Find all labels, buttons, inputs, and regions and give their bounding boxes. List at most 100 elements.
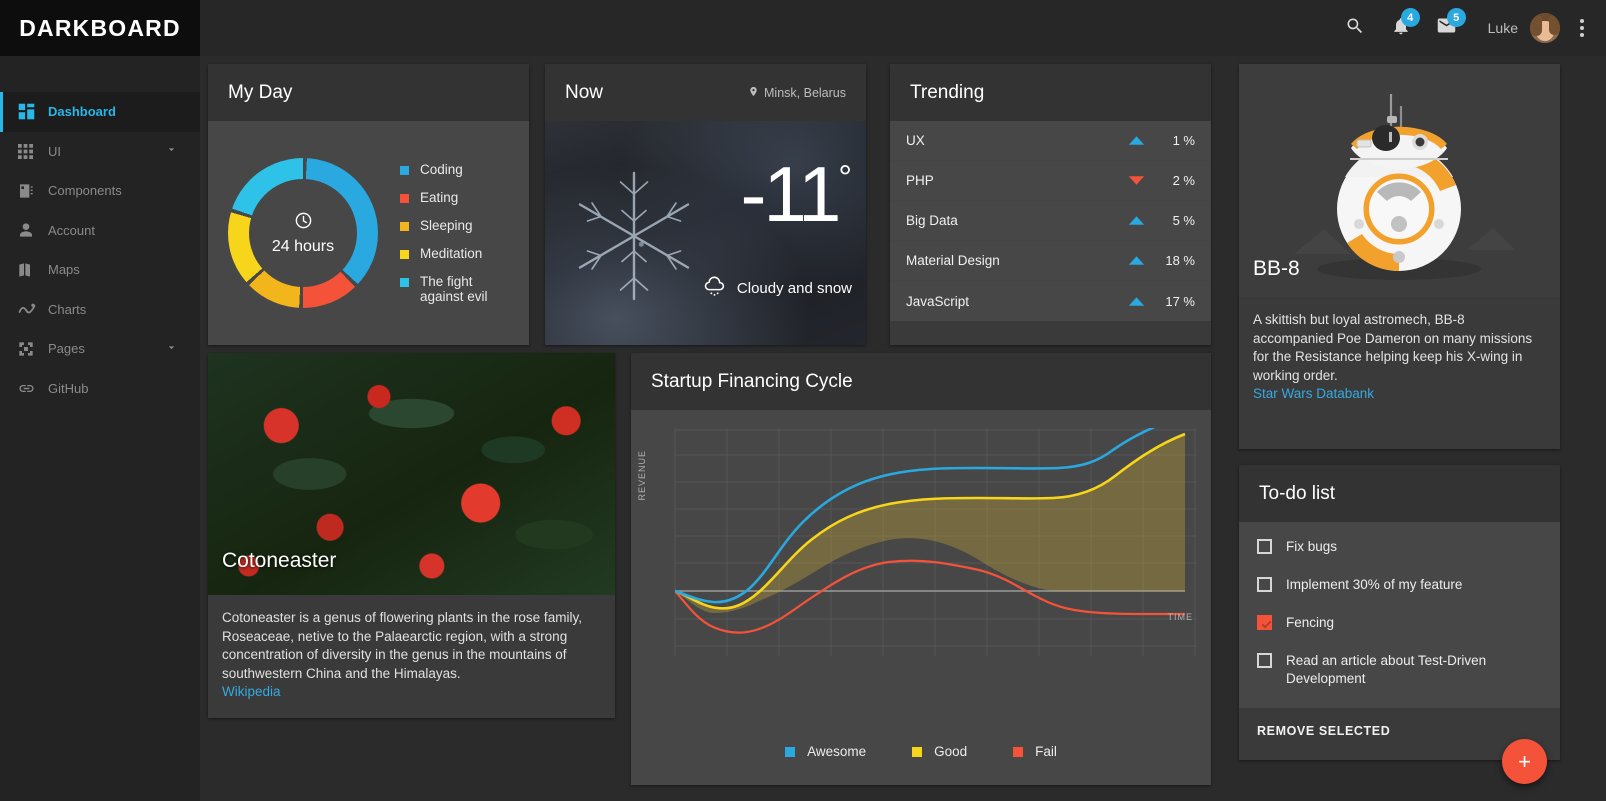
- legend-item: Awesome: [785, 744, 866, 759]
- legend-label: Fail: [1035, 744, 1057, 759]
- table-row[interactable]: Big Data 5 %: [890, 201, 1211, 241]
- sidebar-item-ui[interactable]: UI: [0, 132, 200, 172]
- sidebar-item-pages[interactable]: Pages: [0, 329, 200, 369]
- person-icon: [18, 222, 48, 238]
- sidebar-item-label: UI: [48, 143, 61, 159]
- avatar[interactable]: [1530, 13, 1560, 43]
- todo-checkbox[interactable]: [1257, 539, 1272, 554]
- clock-icon: [294, 211, 313, 235]
- my-day-card: My Day 24 hours Coding Eating Sleeping M…: [208, 64, 529, 345]
- pages-icon: [18, 341, 48, 357]
- legend-swatch: [785, 746, 796, 757]
- plus-icon: +: [1518, 748, 1531, 774]
- sidebar-item-label: Components: [48, 183, 122, 199]
- legend-label: Meditation: [420, 246, 483, 261]
- sidebar-item-charts[interactable]: Charts: [0, 290, 200, 330]
- search-icon: [1345, 16, 1365, 41]
- sidebar-item-github[interactable]: GitHub: [0, 369, 200, 409]
- link-icon: [18, 380, 48, 397]
- chart-line-icon: [18, 300, 48, 318]
- temperature-number: -11: [740, 150, 841, 238]
- legend-item: Fail: [1013, 744, 1057, 759]
- chart-legend: Awesome Good Fail: [631, 744, 1211, 759]
- sidebar-item-label: Maps: [48, 262, 80, 278]
- list-item[interactable]: Fencing: [1239, 604, 1560, 642]
- bb8-description: A skittish but loyal astromech, BB-8 acc…: [1253, 312, 1533, 383]
- trend-up-icon: [1121, 296, 1151, 307]
- components-icon: [18, 183, 48, 199]
- cotoneaster-image: Cotoneaster: [208, 353, 615, 595]
- todo-label: Implement 30% of my feature: [1286, 577, 1463, 592]
- trend-name: Material Design: [906, 253, 1000, 268]
- sidebar-item-components[interactable]: Components: [0, 171, 200, 211]
- todo-checkbox[interactable]: [1257, 577, 1272, 592]
- kebab-dot: [1580, 33, 1584, 37]
- card-title: Now: [565, 81, 604, 103]
- list-item[interactable]: Implement 30% of my feature: [1239, 566, 1560, 604]
- my-day-donut-chart: 24 hours: [228, 158, 378, 308]
- overflow-menu-button[interactable]: [1564, 0, 1600, 56]
- legend-item: Good: [912, 744, 967, 759]
- sidebar-item-account[interactable]: Account: [0, 211, 200, 251]
- table-row[interactable]: PHP 2 %: [890, 161, 1211, 201]
- my-day-body: 24 hours Coding Eating Sleeping Meditati…: [208, 121, 529, 345]
- legend-label: Coding: [420, 162, 463, 177]
- todo-checkbox[interactable]: [1257, 653, 1272, 668]
- wikipedia-link[interactable]: Wikipedia: [222, 684, 281, 699]
- trend-up-icon: [1121, 255, 1151, 266]
- cloud-snow-icon: [702, 274, 727, 303]
- legend-swatch: [400, 194, 409, 203]
- notifications-button[interactable]: 4: [1378, 0, 1424, 56]
- list-item[interactable]: Fix bugs: [1239, 528, 1560, 566]
- kebab-dot: [1580, 19, 1584, 23]
- bb8-card: BB-8 A skittish but loyal astromech, BB-…: [1239, 64, 1560, 449]
- trend-percent: 5 %: [1172, 213, 1195, 228]
- chart-body: REVENUE TIME Awesome Good Fail: [631, 410, 1211, 785]
- trend-up-icon: [1121, 215, 1151, 226]
- list-item[interactable]: Read an article about Test-Driven Develo…: [1239, 642, 1560, 698]
- now-header: Now Minsk, Belarus: [545, 64, 866, 121]
- cotoneaster-card: Cotoneaster Cotoneaster is a genus of fl…: [208, 353, 615, 718]
- todo-card: To-do list Fix bugs Implement 30% of my …: [1239, 465, 1560, 760]
- legend-item: Meditation: [400, 246, 500, 261]
- apps-grid-icon: [18, 143, 48, 159]
- main-content: My Day 24 hours Coding Eating Sleeping M…: [200, 56, 1606, 801]
- map-icon: [18, 262, 48, 278]
- todo-checkbox-checked[interactable]: [1257, 615, 1272, 630]
- trending-card: Trending UX 1 % PHP 2 % Big Data 5 % Mat…: [890, 64, 1211, 345]
- trend-name: PHP: [906, 173, 934, 188]
- kebab-dot: [1580, 26, 1584, 30]
- legend-swatch: [1013, 746, 1024, 757]
- sidebar-item-label: Pages: [48, 341, 85, 357]
- sidebar-item-label: Account: [48, 222, 95, 238]
- cotoneaster-description: Cotoneaster is a genus of flowering plan…: [222, 610, 582, 681]
- trend-percent: 17 %: [1165, 293, 1195, 309]
- sidebar-item-maps[interactable]: Maps: [0, 250, 200, 290]
- app-brand: DARKBOARD: [0, 0, 200, 56]
- card-title: Trending: [910, 81, 985, 103]
- todo-label: Read an article about Test-Driven Develo…: [1286, 653, 1487, 686]
- sidebar-item-dashboard[interactable]: Dashboard: [0, 92, 200, 132]
- add-button-fab[interactable]: +: [1502, 739, 1547, 784]
- card-title: My Day: [228, 81, 293, 103]
- trending-list: UX 1 % PHP 2 % Big Data 5 % Material Des…: [890, 121, 1211, 321]
- trend-percent: 2 %: [1172, 173, 1195, 188]
- chevron-down-icon: [165, 341, 178, 357]
- sidebar: Dashboard UI Components Account Maps Cha…: [0, 56, 200, 801]
- weather-condition: Cloudy and snow: [702, 274, 852, 303]
- avatar-hair-left: [1530, 16, 1542, 36]
- chart-title: Startup Financing Cycle: [651, 370, 853, 392]
- todo-list: Fix bugs Implement 30% of my feature Fen…: [1239, 522, 1560, 708]
- weather-location: Minsk, Belarus: [748, 86, 846, 100]
- search-button[interactable]: [1332, 0, 1378, 56]
- sidebar-item-label: Dashboard: [48, 104, 116, 120]
- top-bar-actions: 4 5 Luke: [1332, 0, 1600, 56]
- table-row[interactable]: UX 1 %: [890, 121, 1211, 161]
- star-wars-databank-link[interactable]: Star Wars Databank: [1253, 386, 1374, 401]
- table-row[interactable]: JavaScript 17 %: [890, 281, 1211, 321]
- table-row[interactable]: Material Design 18 %: [890, 241, 1211, 281]
- chart-x-axis-label: TIME: [1167, 612, 1193, 622]
- messages-button[interactable]: 5: [1424, 0, 1470, 56]
- trending-header: Trending: [890, 64, 1211, 121]
- legend-label: The fight against evil: [420, 274, 488, 304]
